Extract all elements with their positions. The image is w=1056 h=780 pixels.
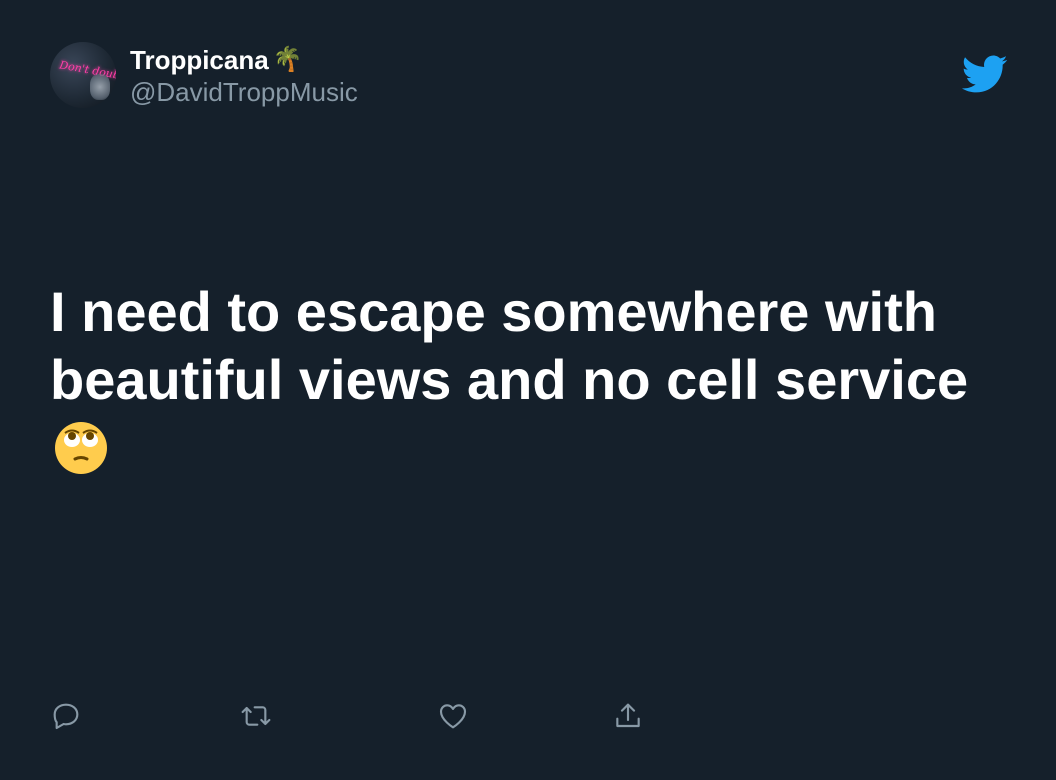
retweet-icon (241, 706, 271, 726)
avatar[interactable]: Don't doubt (50, 42, 116, 108)
heart-icon (439, 704, 467, 729)
twitter-bird-icon[interactable] (956, 50, 1012, 98)
avatar-glow (90, 74, 110, 100)
tweet-text-body: I need to escape somewhere with beautifu… (50, 280, 969, 411)
reply-icon (53, 703, 79, 730)
share-button[interactable] (610, 698, 646, 734)
display-name-row: Troppicana 🌴 (130, 43, 358, 77)
share-icon (616, 703, 640, 728)
like-button[interactable] (435, 698, 471, 734)
retweet-button[interactable] (238, 698, 274, 734)
palm-tree-icon: 🌴 (272, 46, 303, 73)
tweet-card: Don't doubt Troppicana 🌴 @DavidTroppMusi… (0, 0, 1056, 780)
display-name[interactable]: Troppicana (130, 43, 269, 77)
face-with-rolling-eyes-emoji (55, 422, 107, 474)
tweet-header: Don't doubt Troppicana 🌴 @DavidTroppMusi… (50, 42, 358, 108)
author-names: Troppicana 🌴 @DavidTroppMusic (130, 43, 358, 107)
author-handle[interactable]: @DavidTroppMusic (130, 77, 358, 107)
tweet-text: I need to escape somewhere with beautifu… (50, 278, 990, 482)
reply-button[interactable] (48, 698, 84, 734)
tweet-actions (0, 698, 1056, 738)
